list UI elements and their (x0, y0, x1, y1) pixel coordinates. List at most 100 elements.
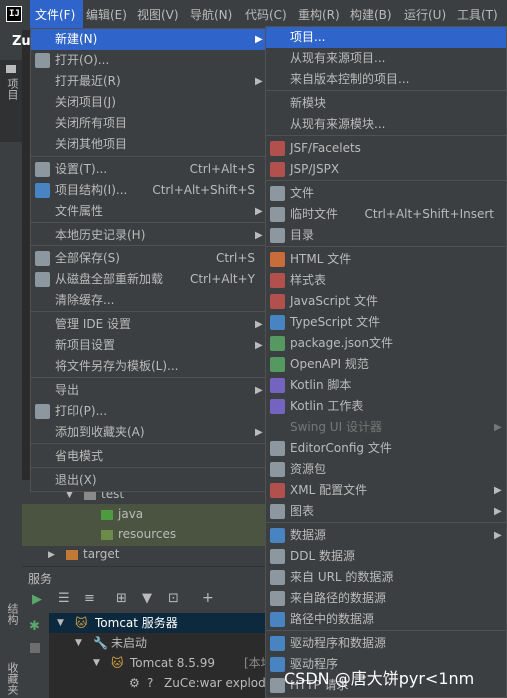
menu-view[interactable]: 视图(V) (137, 0, 179, 30)
npm-icon (270, 336, 285, 351)
menu-item-jsf-facelets[interactable]: JSF/Facelets (266, 138, 506, 159)
menu-item-editorconfig-文件[interactable]: EditorConfig 文件 (266, 438, 506, 459)
menu-item-label: Kotlin 工作表 (290, 399, 364, 413)
menu-item-打开[interactable]: 打开(O)... (31, 50, 265, 71)
collapse-all-icon[interactable]: ≡ (84, 591, 95, 606)
tomcat-icon: 🐱 (111, 656, 124, 670)
menu-item-label: 文件 (290, 186, 315, 200)
menu-item-ddl-数据源[interactable]: DDL 数据源 (266, 546, 506, 567)
menu-item-文件属性[interactable]: 文件属性 ▶ (31, 201, 265, 222)
menu-item-package-json文件[interactable]: package.json文件 (266, 333, 506, 354)
menu-item-shortcut: Ctrl+Alt+Shift+S (152, 183, 255, 197)
menu-item-文件[interactable]: 文件 (266, 183, 506, 204)
menu-item-新模块[interactable]: 新模块 (266, 93, 506, 114)
menu-item-从现有来源项目[interactable]: 从现有来源项目... (266, 48, 506, 69)
submenu-arrow-icon: ▶ (255, 427, 263, 438)
menu-item-打印[interactable]: 打印(P)... (31, 401, 265, 422)
menu-item-样式表[interactable]: 样式表 (266, 270, 506, 291)
menu-separator (266, 90, 506, 91)
wrench-icon (35, 162, 50, 177)
structure-tab[interactable]: 结构 (4, 603, 20, 625)
menu-file[interactable]: 文件(F) (30, 0, 83, 30)
menu-item-label: Swing UI 设计器 (290, 420, 382, 434)
menu-item-驱动程序和数据源[interactable]: 驱动程序和数据源 (266, 633, 506, 654)
menu-item-label: 全部保存(S) (55, 251, 120, 265)
menu-item-xml-配置文件[interactable]: XML 配置文件 ▶ (266, 480, 506, 501)
menu-item-资源包[interactable]: 资源包 (266, 459, 506, 480)
new-tab-icon[interactable]: ⊡ (168, 591, 179, 606)
project-tab[interactable]: 项目 (0, 60, 22, 142)
menu-item-关闭所有项目[interactable]: 关闭所有项目 (31, 113, 265, 134)
menu-item-图表[interactable]: 图表 ▶ (266, 501, 506, 522)
resource-bundle-icon (270, 462, 285, 477)
menu-item-关闭其他项目[interactable]: 关闭其他项目 (31, 134, 265, 155)
menu-item-html-文件[interactable]: HTML 文件 (266, 249, 506, 270)
menu-item-导出[interactable]: 导出 ▶ (31, 380, 265, 401)
tree-item-target[interactable]: target (83, 547, 120, 561)
submenu-arrow-icon: ▶ (255, 206, 263, 217)
menu-navigate[interactable]: 导航(N) (190, 0, 232, 30)
menu-item-设置[interactable]: 设置(T)... Ctrl+Alt+S (31, 159, 265, 180)
menu-edit[interactable]: 编辑(E) (86, 0, 127, 30)
stop-icon[interactable] (30, 643, 40, 653)
run-icon[interactable]: ▶ (32, 592, 42, 607)
menu-item-本地历史记录[interactable]: 本地历史记录(H) ▶ (31, 225, 265, 246)
debug-icon[interactable]: ✱ (29, 619, 40, 634)
filter-icon[interactable]: ▼ (142, 591, 152, 606)
folder-icon (6, 65, 16, 73)
project-structure-icon (35, 183, 50, 198)
menu-item-清除缓存[interactable]: 清除缓存... (31, 290, 265, 311)
kotlin-worksheet-icon (270, 399, 285, 414)
menu-item-openapi-规范[interactable]: OpenAPI 规范 (266, 354, 506, 375)
menu-item-新建[interactable]: 新建(N) ▶ (31, 29, 265, 50)
tree-item-java[interactable]: java (118, 507, 143, 521)
menu-item-路径中的数据源[interactable]: 路径中的数据源 (266, 609, 506, 630)
menu-item-数据源[interactable]: 数据源 ▶ (266, 525, 506, 546)
menu-item-项目结构[interactable]: 项目结构(I)... Ctrl+Alt+Shift+S (31, 180, 265, 201)
services-side-toolbar: ✱ (22, 613, 49, 698)
menu-item-打开最近[interactable]: 打开最近(R) ▶ (31, 71, 265, 92)
menu-item-退出[interactable]: 退出(X) (31, 470, 265, 491)
menu-item-kotlin-脚本[interactable]: Kotlin 脚本 (266, 375, 506, 396)
menu-item-从磁盘全部重新加载[interactable]: 从磁盘全部重新加载 Ctrl+Alt+Y (31, 269, 265, 290)
menu-item-label: 关闭项目(J) (55, 95, 116, 109)
menu-item-省电模式[interactable]: 省电模式 (31, 446, 265, 467)
menu-item-新项目设置[interactable]: 新项目设置 ▶ (31, 335, 265, 356)
save-icon (35, 251, 50, 266)
menu-item-typescript-文件[interactable]: TypeScript 文件 (266, 312, 506, 333)
tomcat-icon: 🐱 (75, 616, 88, 630)
add-icon[interactable]: + (202, 590, 214, 606)
project-name-fragment: Zu (12, 34, 31, 49)
expand-arrow-icon[interactable]: ▶ (48, 550, 55, 560)
menu-item-jsp-jspx[interactable]: JSP/JSPX (266, 159, 506, 180)
menu-item-javascript-文件[interactable]: JavaScript 文件 (266, 291, 506, 312)
menu-item-从现有来源模块[interactable]: 从现有来源模块... (266, 114, 506, 135)
menu-item-临时文件[interactable]: 临时文件 Ctrl+Alt+Shift+Insert (266, 204, 506, 225)
menu-item-来自-url-的数据源[interactable]: 来自 URL 的数据源 (266, 567, 506, 588)
menu-item-添加到收藏夹[interactable]: 添加到收藏夹(A) ▶ (31, 422, 265, 443)
file-icon (270, 186, 285, 201)
menu-item-label: 来自版本控制的项目... (290, 72, 410, 86)
jsp-icon (270, 162, 285, 177)
submenu-arrow-icon: ▶ (255, 385, 263, 396)
menu-item-kotlin-工作表[interactable]: Kotlin 工作表 (266, 396, 506, 417)
menu-item-将文件另存为模板[interactable]: 将文件另存为模板(L)... (31, 356, 265, 377)
menu-item-来自版本控制的项目[interactable]: 来自版本控制的项目... (266, 69, 506, 90)
tree-item-resources[interactable]: resources (118, 527, 176, 541)
menu-item-label: 样式表 (290, 273, 327, 287)
menu-item-label: JSF/Facelets (290, 141, 361, 155)
group-icon[interactable]: ⊞ (116, 591, 127, 606)
http-icon (270, 678, 285, 693)
menu-item-label: 管理 IDE 设置 (55, 317, 131, 331)
path-datasource-icon (270, 591, 285, 606)
driver-icon (270, 657, 285, 672)
expand-all-icon[interactable]: ☰ (58, 591, 70, 606)
favorites-tab[interactable]: 收藏夹 (4, 662, 20, 695)
menu-item-项目[interactable]: 项目... (266, 27, 506, 48)
menu-item-全部保存[interactable]: 全部保存(S) Ctrl+S (31, 248, 265, 269)
menu-item-swing-ui-设计器[interactable]: Swing UI 设计器 ▶ (266, 417, 506, 438)
menu-item-管理-ide-设置[interactable]: 管理 IDE 设置 ▶ (31, 314, 265, 335)
menu-item-关闭项目[interactable]: 关闭项目(J) (31, 92, 265, 113)
menu-item-目录[interactable]: 目录 (266, 225, 506, 246)
menu-item-来自路径的数据源[interactable]: 来自路径的数据源 (266, 588, 506, 609)
